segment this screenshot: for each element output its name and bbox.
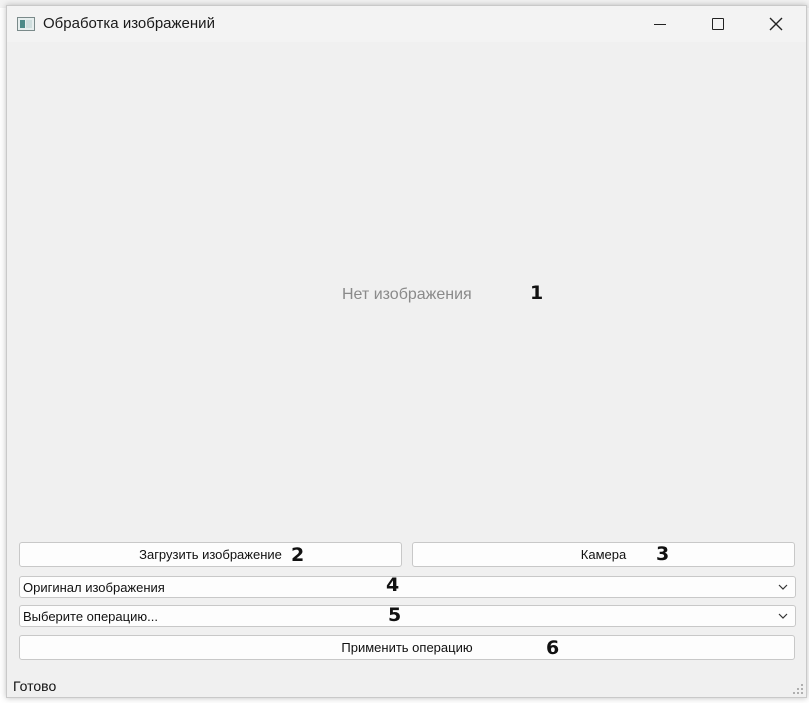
load-image-button-label: Загрузить изображение [139,547,282,562]
operation-selected: Выберите операцию... [23,609,158,624]
close-button[interactable] [753,6,799,42]
operation-select[interactable]: Выберите операцию... [19,605,796,627]
annotation-label: 5 [388,604,402,626]
app-window: Обработка изображений Нет изображения 1 … [6,5,807,698]
view-mode-select[interactable]: Оригинал изображения [19,576,796,598]
load-image-button[interactable]: Загрузить изображение [19,542,402,567]
annotation-label: 6 [546,637,560,659]
annotation-label: 2 [291,544,305,566]
window-title: Обработка изображений [43,15,215,32]
camera-button-label: Камера [580,547,627,562]
minimize-icon [654,23,666,25]
maximize-button[interactable] [695,6,741,42]
close-icon [769,17,783,31]
title-bar[interactable]: Обработка изображений [7,6,806,42]
annotation-label: 4 [386,574,400,596]
chevron-down-icon [778,613,788,619]
maximize-icon [712,18,724,30]
minimize-button[interactable] [637,6,683,42]
no-image-placeholder: Нет изображения [342,286,472,303]
app-icon [17,17,35,31]
apply-operation-button-label: Применить операцию [341,640,473,655]
view-mode-selected: Оригинал изображения [23,580,165,595]
resize-grip-icon[interactable] [792,683,804,695]
annotation-label: 3 [656,543,670,565]
chevron-down-icon [778,584,788,590]
status-bar-text: Готово [13,678,57,694]
apply-operation-button[interactable]: Применить операцию [19,635,795,660]
camera-button[interactable]: Камера [412,542,795,567]
annotation-label: 1 [530,282,544,304]
